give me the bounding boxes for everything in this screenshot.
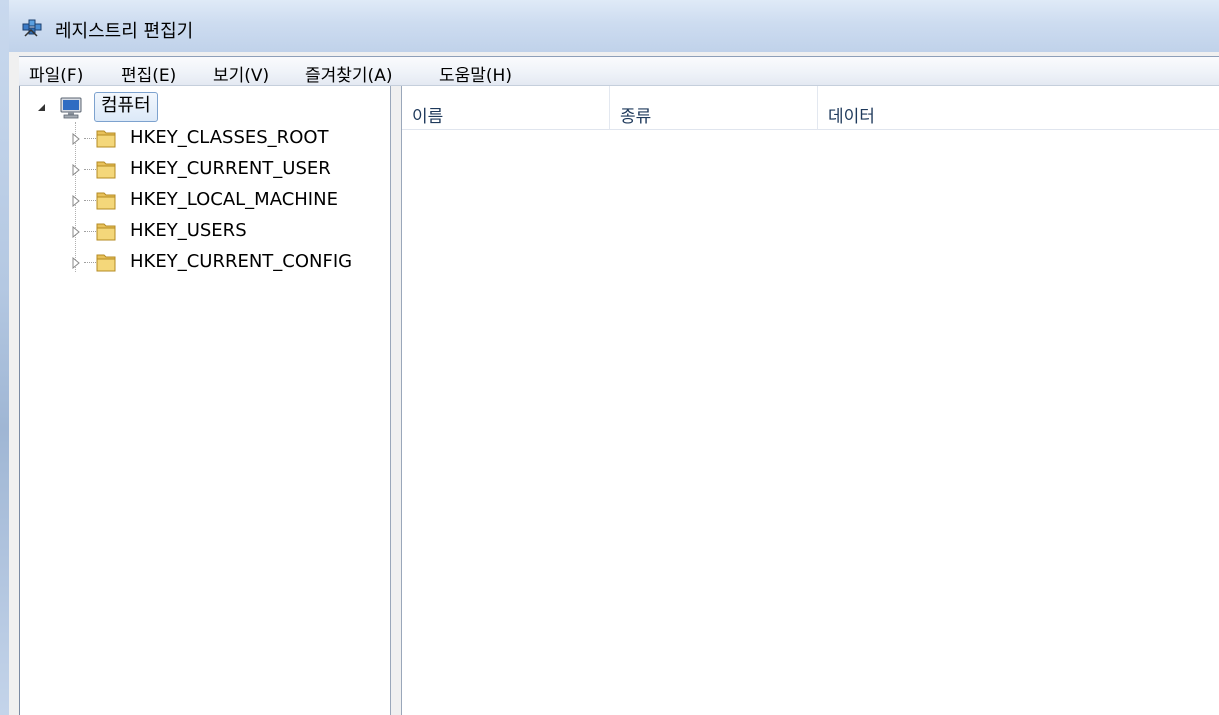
menu-edit[interactable]: 편집(E) bbox=[121, 61, 176, 86]
tree-item-hkey-current-config[interactable]: HKEY_CURRENT_CONFIG bbox=[72, 248, 372, 276]
folder-icon bbox=[96, 192, 116, 210]
tree-item-hkey-classes-root[interactable]: HKEY_CLASSES_ROOT bbox=[72, 124, 372, 152]
menu-help[interactable]: 도움말(H) bbox=[439, 61, 512, 86]
pane-splitter[interactable] bbox=[391, 86, 401, 715]
tree-item-hkey-current-user[interactable]: HKEY_CURRENT_USER bbox=[72, 155, 372, 183]
computer-icon bbox=[60, 97, 82, 119]
values-list-pane[interactable]: 이름 종류 데이터 bbox=[401, 86, 1219, 715]
expand-arrow-icon[interactable] bbox=[72, 133, 80, 145]
column-header-name[interactable]: 이름 bbox=[402, 86, 610, 130]
collapse-arrow-icon[interactable] bbox=[38, 104, 45, 111]
menu-favorites[interactable]: 즐겨찾기(A) bbox=[305, 61, 392, 86]
tree-root-selection[interactable]: 컴퓨터 bbox=[94, 92, 158, 122]
tree-item-label: HKEY_CURRENT_CONFIG bbox=[130, 251, 353, 272]
folder-icon bbox=[96, 223, 116, 241]
expand-arrow-icon[interactable] bbox=[72, 257, 80, 269]
expand-arrow-icon[interactable] bbox=[72, 195, 80, 207]
tree-item-hkey-users[interactable]: HKEY_USERS bbox=[72, 217, 372, 245]
column-header-data[interactable]: 데이터 bbox=[818, 86, 1219, 130]
folder-icon bbox=[96, 130, 116, 148]
column-header-type[interactable]: 종류 bbox=[610, 86, 818, 130]
tree-root-label: 컴퓨터 bbox=[101, 95, 151, 116]
expand-arrow-icon[interactable] bbox=[72, 164, 80, 176]
menu-view[interactable]: 보기(V) bbox=[213, 61, 269, 86]
tree-item-label: HKEY_USERS bbox=[130, 220, 247, 241]
title-bar[interactable]: 레지스트리 편집기 bbox=[9, 0, 1219, 52]
tree-item-label: HKEY_CLASSES_ROOT bbox=[130, 127, 329, 148]
expand-arrow-icon[interactable] bbox=[72, 226, 80, 238]
folder-icon bbox=[96, 254, 116, 272]
folder-icon bbox=[96, 161, 116, 179]
tree-item-label: HKEY_CURRENT_USER bbox=[130, 158, 331, 179]
menu-file[interactable]: 파일(F) bbox=[29, 61, 83, 86]
menu-bar: 파일(F) 편집(E) 보기(V) 즐겨찾기(A) 도움말(H) bbox=[19, 56, 1219, 86]
window-title: 레지스트리 편집기 bbox=[55, 21, 194, 42]
window-left-edge bbox=[0, 0, 9, 715]
tree-root-computer[interactable]: 컴퓨터 bbox=[38, 92, 172, 124]
registry-icon bbox=[22, 19, 42, 37]
tree-item-hkey-local-machine[interactable]: HKEY_LOCAL_MACHINE bbox=[72, 186, 372, 214]
tree-item-label: HKEY_LOCAL_MACHINE bbox=[130, 189, 338, 210]
